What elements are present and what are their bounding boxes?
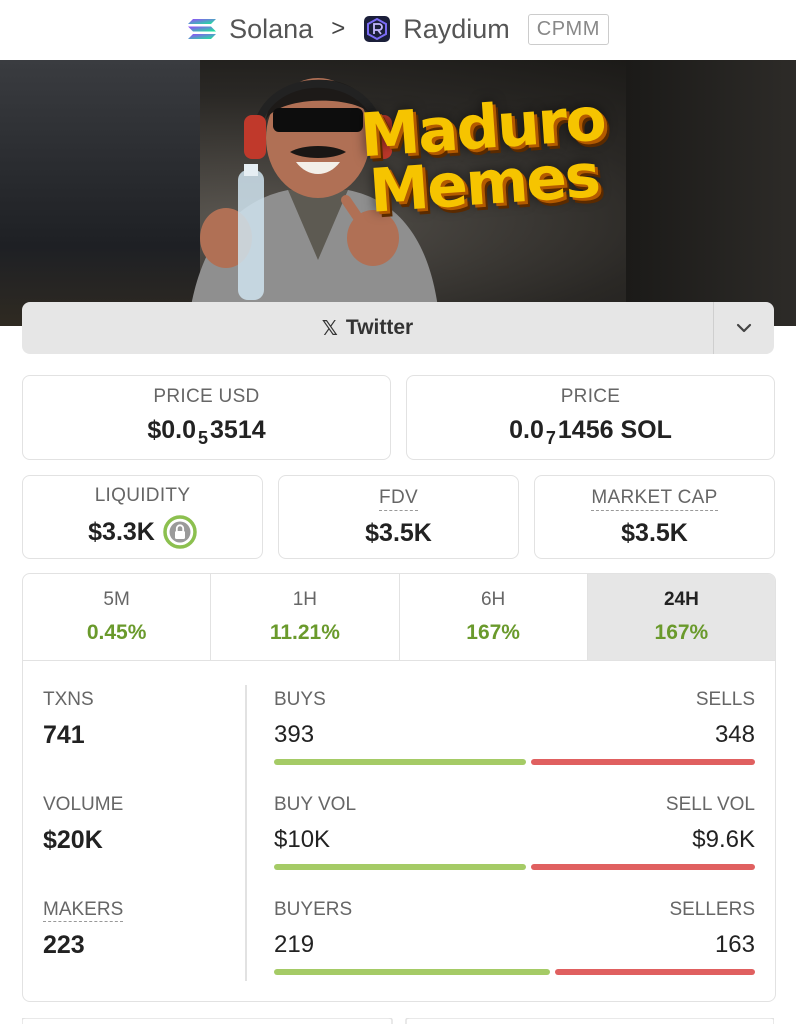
- price-native-prefix: 0.0: [509, 416, 544, 444]
- price-native-value: 0.0 71456 SOL: [509, 416, 672, 449]
- txns-stat: TXNS 741: [43, 689, 94, 750]
- tab-label: 24H: [663, 589, 699, 610]
- column-divider: [245, 685, 247, 981]
- sells-label: SELLS: [695, 689, 755, 710]
- chevron-down-icon: [736, 323, 752, 333]
- buys-label: BUYS: [274, 689, 326, 710]
- price-usd-label: PRICE USD: [153, 386, 260, 407]
- market-cap-card: MARKET CAP $3.5K: [534, 475, 775, 559]
- buy-volume-share-bar: [274, 864, 527, 870]
- buyers-sellers-stat: BUYERS SELLERS 219 163: [274, 899, 755, 975]
- sell-volume-share-bar: [531, 864, 755, 870]
- sell-vol-label: SELL VOL: [665, 794, 755, 815]
- price-usd-card: PRICE USD $0.0 53514: [22, 375, 391, 460]
- tab-change: 11.21%: [269, 621, 340, 644]
- solana-icon: [188, 19, 217, 39]
- price-usd-digits: 3514: [210, 416, 266, 444]
- twitter-label: Twitter: [345, 316, 414, 339]
- tab-change: 0.45%: [86, 621, 147, 644]
- market-cap-label[interactable]: MARKET CAP: [591, 487, 718, 511]
- buyers-label: BUYERS: [274, 899, 353, 920]
- sellers-share-bar: [555, 969, 755, 975]
- tab-24h[interactable]: 24H 167%: [587, 574, 775, 660]
- buys-value: 393: [274, 721, 315, 748]
- buy-vol-label: BUY VOL: [274, 794, 357, 815]
- fdv-card: FDV $3.5K: [278, 475, 519, 559]
- fdv-label[interactable]: FDV: [379, 487, 418, 511]
- sellers-label: SELLERS: [669, 899, 755, 920]
- tab-6h[interactable]: 6H 167%: [400, 574, 588, 660]
- sell-share-bar: [531, 759, 755, 765]
- price-native-card: PRICE 0.0 71456 SOL: [406, 375, 775, 460]
- tab-1h[interactable]: 1H 11.21%: [211, 574, 400, 660]
- liquidity-label: LIQUIDITY: [94, 485, 191, 506]
- makers-bar: [274, 969, 755, 975]
- price-usd-value: $0.0 53514: [147, 416, 265, 449]
- buyers-value: 219: [274, 931, 315, 958]
- buyers-share-bar: [274, 969, 551, 975]
- buys-sells-stat: BUYS SELLS 393 348: [274, 689, 755, 765]
- volume-bar: [274, 864, 755, 870]
- tab-label: 6H: [480, 589, 506, 610]
- makers-stat: MAKERS 223: [43, 899, 124, 960]
- sellers-value: 163: [714, 931, 755, 958]
- fdv-value: $3.5K: [365, 518, 432, 547]
- social-links-bar: 𝕏 Twitter: [22, 302, 774, 354]
- next-section-edge: [22, 1018, 774, 1024]
- banner-background-left: [0, 60, 200, 326]
- price-native-label: PRICE: [560, 386, 621, 407]
- tab-label: 1H: [292, 589, 318, 610]
- makers-label[interactable]: MAKERS: [43, 899, 124, 922]
- volume-stat: VOLUME $20K: [43, 794, 123, 855]
- price-usd-zero-count: 5: [198, 428, 209, 448]
- x-logo-icon: 𝕏: [321, 316, 338, 340]
- banner-title: Maduro Memes: [358, 84, 607, 227]
- sell-vol-value: $9.6K: [692, 826, 755, 853]
- price-usd-prefix: $0.0: [147, 416, 197, 444]
- buy-share-bar: [274, 759, 527, 765]
- price-native-zero-count: 7: [545, 428, 556, 448]
- txns-value: 741: [43, 721, 85, 749]
- liquidity-value-row: $3.3K: [88, 515, 197, 549]
- market-cap-value: $3.5K: [621, 518, 688, 547]
- tab-change: 167%: [654, 621, 709, 644]
- tab-5m[interactable]: 5M 0.45%: [23, 574, 212, 660]
- breadcrumb: Solana > Raydium CPMM: [0, 0, 796, 58]
- timeframe-tabs: 5M 0.45% 1H 11.21% 6H 167% 24H 167%: [23, 574, 775, 661]
- buy-sell-volume-stat: BUY VOL SELL VOL $10K $9.6K: [274, 794, 755, 870]
- stats-rows: TXNS 741 BUYS SELLS 393 348 VOLUME $20K: [23, 661, 775, 1001]
- token-banner-image: Maduro Memes: [0, 60, 796, 326]
- pool-type-badge: CPMM: [527, 13, 609, 45]
- buy-vol-value: $10K: [274, 826, 331, 853]
- dex-link[interactable]: Raydium: [403, 14, 510, 45]
- volume-label: VOLUME: [43, 794, 124, 815]
- breadcrumb-separator: >: [331, 15, 346, 42]
- txns-label: TXNS: [43, 689, 94, 710]
- liquidity-card: LIQUIDITY $3.3K: [22, 475, 263, 559]
- lock-icon[interactable]: [163, 515, 197, 549]
- banner-background-right: [626, 60, 796, 326]
- tab-change: 167%: [466, 621, 520, 644]
- stats-panel: 5M 0.45% 1H 11.21% 6H 167% 24H 167% TXNS…: [22, 573, 776, 1002]
- makers-value: 223: [43, 931, 85, 959]
- twitter-button[interactable]: 𝕏 Twitter: [22, 302, 714, 354]
- raydium-icon: [364, 16, 391, 42]
- buys-sells-bar: [274, 759, 755, 765]
- volume-value: $20K: [43, 826, 103, 854]
- banner-title-line-2: Memes: [367, 141, 601, 227]
- more-links-dropdown[interactable]: [714, 302, 774, 354]
- tab-label: 5M: [103, 589, 130, 610]
- sells-value: 348: [714, 721, 755, 748]
- price-native-digits: 1456 SOL: [557, 416, 672, 444]
- liquidity-value: $3.3K: [88, 517, 155, 546]
- chain-link[interactable]: Solana: [229, 14, 313, 45]
